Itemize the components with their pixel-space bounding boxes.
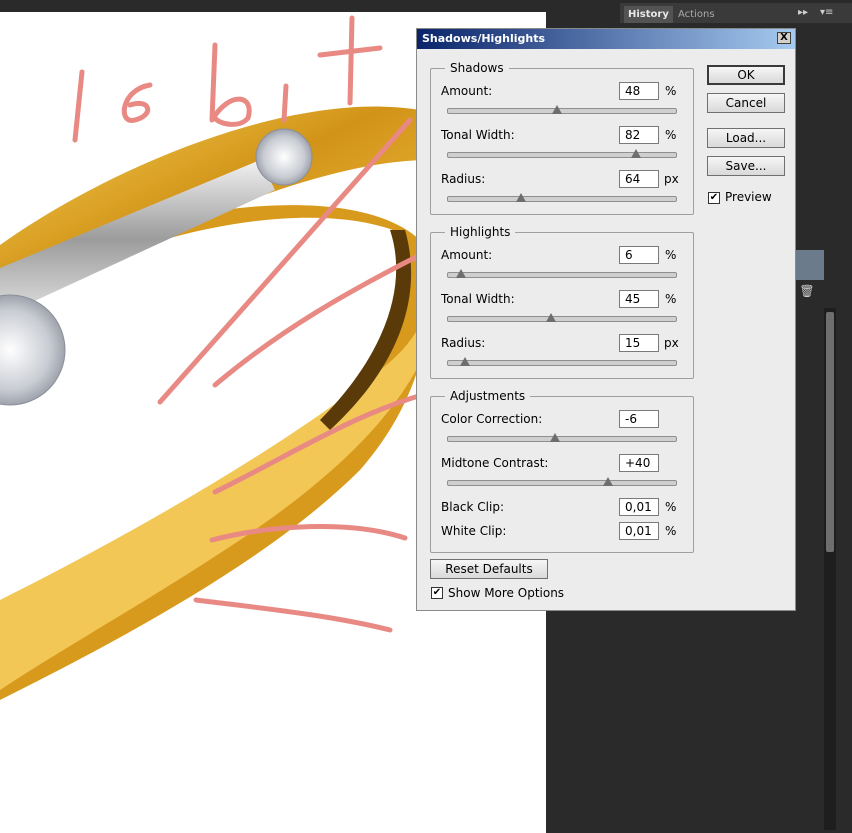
cancel-button[interactable]: Cancel xyxy=(707,93,785,113)
scrollbar-thumb[interactable] xyxy=(826,312,834,552)
slider-thumb[interactable] xyxy=(460,357,471,366)
black-clip-label: Black Clip: xyxy=(441,500,504,514)
preview-label: Preview xyxy=(725,190,772,204)
highlights-tonal-width-unit: % xyxy=(665,292,677,306)
highlights-radius-label: Radius: xyxy=(441,336,486,350)
slider-thumb[interactable] xyxy=(552,105,563,114)
slider-thumb[interactable] xyxy=(515,193,526,202)
highlights-amount-slider[interactable] xyxy=(447,272,677,278)
shadows-highlights-dialog: Shadows/Highlights X Shadows Amount: % T… xyxy=(416,28,796,611)
white-clip-input[interactable] xyxy=(619,522,659,540)
midtone-contrast-input[interactable] xyxy=(619,454,659,472)
shadows-radius-unit: px xyxy=(664,172,679,186)
shadows-radius-label: Radius: xyxy=(441,172,486,186)
midtone-contrast-label: Midtone Contrast: xyxy=(441,456,549,470)
highlights-radius-unit: px xyxy=(664,336,679,350)
tab-history[interactable]: History xyxy=(624,6,673,23)
shadows-title: Shadows xyxy=(450,61,504,75)
close-icon[interactable]: X xyxy=(777,32,791,44)
slider-thumb[interactable] xyxy=(455,269,466,278)
black-clip-input[interactable] xyxy=(619,498,659,516)
slider-thumb[interactable] xyxy=(603,477,613,486)
shadows-amount-input[interactable] xyxy=(619,82,659,100)
highlights-amount-label: Amount: xyxy=(441,248,493,262)
show-more-options-label: Show More Options xyxy=(448,586,565,600)
white-clip-label: White Clip: xyxy=(441,524,507,538)
dialog-titlebar[interactable]: Shadows/Highlights X xyxy=(417,29,795,49)
reset-defaults-button[interactable]: Reset Defaults xyxy=(430,559,548,579)
panel-tab-bar: History Actions ▸▸ ▾≡ xyxy=(620,3,852,23)
shadows-radius-input[interactable] xyxy=(619,170,659,188)
highlights-tonal-width-input[interactable] xyxy=(619,290,659,308)
slider-thumb[interactable] xyxy=(550,433,561,442)
dialog-title: Shadows/Highlights xyxy=(422,32,546,45)
panel-menu-icon[interactable]: ▾≡ xyxy=(820,7,833,18)
color-correction-input[interactable] xyxy=(619,410,659,428)
collapse-panel-icon[interactable]: ▸▸ xyxy=(798,7,808,18)
highlights-tonal-width-slider[interactable] xyxy=(447,316,677,322)
shadows-amount-unit: % xyxy=(665,84,677,98)
trash-icon[interactable]: 🗑 xyxy=(798,283,816,299)
highlights-radius-input[interactable] xyxy=(619,334,659,352)
diamond-small xyxy=(255,128,313,186)
tab-actions[interactable]: Actions xyxy=(674,6,719,23)
color-correction-label: Color Correction: xyxy=(441,412,543,426)
black-clip-unit: % xyxy=(665,500,677,514)
shadows-radius-slider[interactable] xyxy=(447,196,677,202)
slider-thumb[interactable] xyxy=(545,313,556,322)
shadows-tonal-width-input[interactable] xyxy=(619,126,659,144)
ok-button[interactable]: OK xyxy=(707,65,785,85)
shadows-tonal-width-label: Tonal Width: xyxy=(441,128,515,142)
shadows-tonal-width-unit: % xyxy=(665,128,677,142)
midtone-contrast-slider[interactable] xyxy=(447,480,677,486)
highlights-radius-slider[interactable] xyxy=(447,360,677,366)
highlights-title: Highlights xyxy=(450,225,511,239)
slider-thumb[interactable] xyxy=(630,149,641,158)
shadows-tonal-width-slider[interactable] xyxy=(447,152,677,158)
panel-scrollbar[interactable] xyxy=(824,308,836,830)
show-more-options-checkbox[interactable]: ✔ xyxy=(431,587,443,599)
highlights-amount-input[interactable] xyxy=(619,246,659,264)
save-button[interactable]: Save... xyxy=(707,156,785,176)
preview-checkbox[interactable]: ✔ xyxy=(708,192,720,204)
adjustments-title: Adjustments xyxy=(450,389,526,403)
white-clip-unit: % xyxy=(665,524,677,538)
color-correction-slider[interactable] xyxy=(447,436,677,442)
load-button[interactable]: Load... xyxy=(707,128,785,148)
shadows-amount-label: Amount: xyxy=(441,84,493,98)
highlights-tonal-width-label: Tonal Width: xyxy=(441,292,515,306)
highlights-amount-unit: % xyxy=(665,248,677,262)
